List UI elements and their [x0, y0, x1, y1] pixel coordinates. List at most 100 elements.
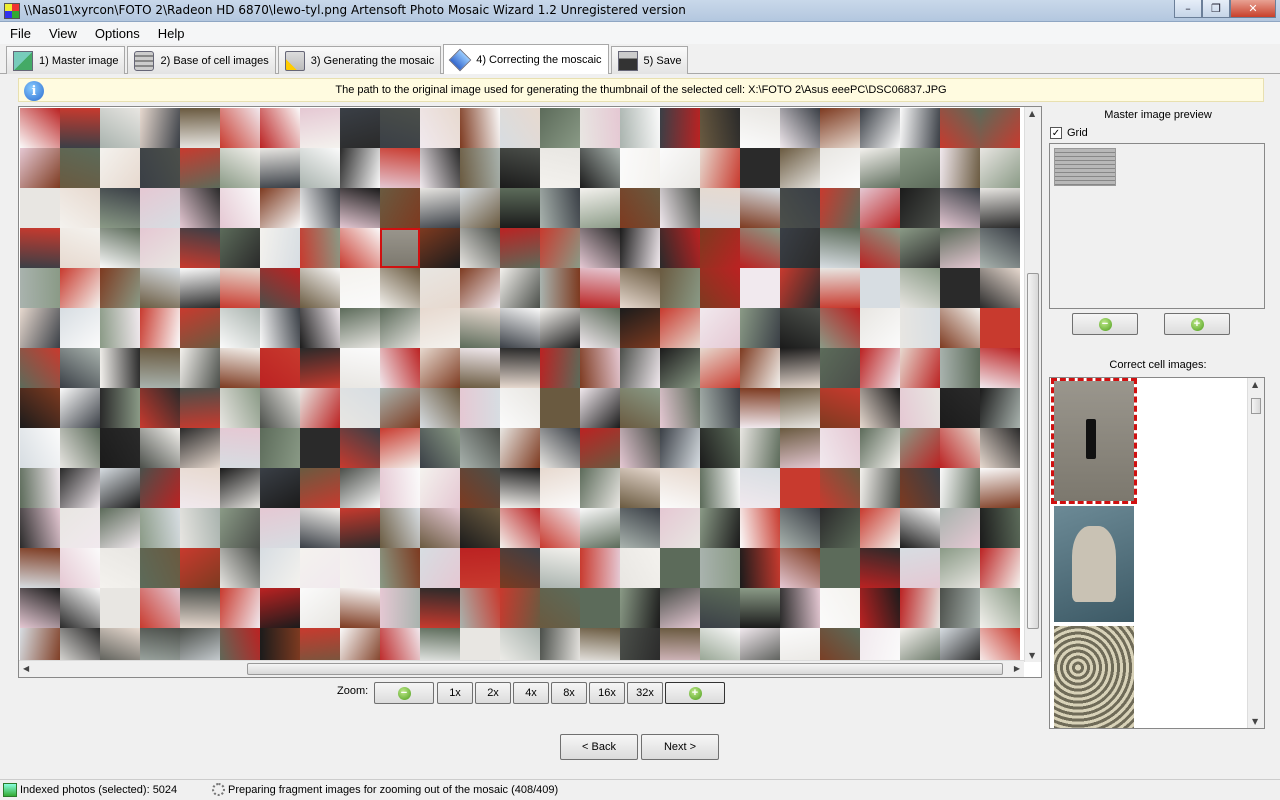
mosaic-cell[interactable] — [460, 348, 500, 388]
mosaic-cell[interactable] — [620, 108, 660, 148]
mosaic-cell[interactable] — [20, 188, 60, 228]
mosaic-cell[interactable] — [420, 148, 460, 188]
mosaic-cell[interactable] — [140, 588, 180, 628]
mosaic-cell[interactable] — [860, 548, 900, 588]
tab-generating-mosaic[interactable]: 3) Generating the mosaic — [277, 46, 442, 74]
mosaic-cell[interactable] — [940, 348, 980, 388]
mosaic-cell[interactable] — [100, 628, 140, 663]
mosaic-cell[interactable] — [140, 188, 180, 228]
scroll-right-icon[interactable]: ▶ — [1014, 664, 1020, 673]
mosaic-cell[interactable] — [580, 628, 620, 663]
mosaic-cell[interactable] — [260, 588, 300, 628]
mosaic-cell[interactable] — [500, 548, 540, 588]
mosaic-cell[interactable] — [180, 308, 220, 348]
mosaic-cell[interactable] — [740, 228, 780, 268]
mosaic-cell[interactable] — [220, 588, 260, 628]
horizontal-scrollbar[interactable]: ◀ ▶ — [19, 660, 1024, 677]
mosaic-cell[interactable] — [940, 428, 980, 468]
mosaic-cell[interactable] — [820, 468, 860, 508]
mosaic-cell[interactable] — [860, 508, 900, 548]
mosaic-cell[interactable] — [20, 468, 60, 508]
mosaic-cell[interactable] — [820, 188, 860, 228]
mosaic-cell[interactable] — [820, 228, 860, 268]
mosaic-cell[interactable] — [460, 588, 500, 628]
mosaic-cell[interactable] — [340, 268, 380, 308]
mosaic-cell[interactable] — [620, 348, 660, 388]
mosaic-cell[interactable] — [500, 268, 540, 308]
mosaic-cell[interactable] — [180, 388, 220, 428]
next-button[interactable]: Next > — [641, 734, 719, 760]
back-button[interactable]: < Back — [560, 734, 638, 760]
tab-correcting-mosaic[interactable]: 4) Correcting the moscaic — [443, 44, 609, 74]
mosaic-cell[interactable] — [60, 388, 100, 428]
scroll-up-icon[interactable]: ▲ — [1029, 109, 1035, 118]
grid-checkbox[interactable]: ✓ Grid — [1050, 127, 1088, 139]
mosaic-cell[interactable] — [500, 388, 540, 428]
mosaic-cell[interactable] — [380, 308, 420, 348]
mosaic-cell[interactable] — [540, 588, 580, 628]
mosaic-cell[interactable] — [300, 508, 340, 548]
mosaic-cell[interactable] — [380, 548, 420, 588]
mosaic-grid[interactable] — [20, 108, 1024, 663]
mosaic-cell[interactable] — [380, 388, 420, 428]
mosaic-cell[interactable] — [60, 268, 100, 308]
mosaic-cell[interactable] — [700, 148, 740, 188]
mosaic-cell[interactable] — [20, 348, 60, 388]
mosaic-cell[interactable] — [940, 628, 980, 663]
mosaic-cell[interactable] — [340, 588, 380, 628]
mosaic-cell[interactable] — [700, 108, 740, 148]
mosaic-cell[interactable] — [100, 108, 140, 148]
mosaic-cell[interactable] — [660, 428, 700, 468]
mosaic-cell[interactable] — [620, 308, 660, 348]
mosaic-cell[interactable] — [300, 228, 340, 268]
mosaic-cell[interactable] — [820, 268, 860, 308]
mosaic-cell[interactable] — [500, 428, 540, 468]
mosaic-cell[interactable] — [220, 348, 260, 388]
mosaic-cell[interactable] — [300, 428, 340, 468]
mosaic-cell[interactable] — [20, 268, 60, 308]
mosaic-cell[interactable] — [220, 508, 260, 548]
mosaic-cell[interactable] — [820, 428, 860, 468]
mosaic-cell[interactable] — [260, 148, 300, 188]
mosaic-cell[interactable] — [20, 508, 60, 548]
mosaic-cell[interactable] — [340, 308, 380, 348]
mosaic-cell[interactable] — [220, 148, 260, 188]
mosaic-cell[interactable] — [980, 468, 1020, 508]
mosaic-cell[interactable] — [220, 548, 260, 588]
mosaic-cell[interactable] — [180, 548, 220, 588]
mosaic-cell[interactable] — [300, 308, 340, 348]
mosaic-cell[interactable] — [500, 468, 540, 508]
mosaic-cell[interactable] — [460, 188, 500, 228]
mosaic-cell[interactable] — [60, 588, 100, 628]
mosaic-cell[interactable] — [100, 588, 140, 628]
mosaic-cell[interactable] — [460, 148, 500, 188]
mosaic-cell[interactable] — [140, 108, 180, 148]
scroll-up-icon[interactable]: ▲ — [1252, 380, 1258, 389]
mosaic-cell[interactable] — [420, 308, 460, 348]
mosaic-cell[interactable] — [180, 508, 220, 548]
mosaic-cell[interactable] — [220, 428, 260, 468]
mosaic-cell[interactable] — [220, 468, 260, 508]
mosaic-cell[interactable] — [860, 628, 900, 663]
mosaic-cell[interactable] — [580, 428, 620, 468]
mosaic-cell[interactable] — [100, 148, 140, 188]
mosaic-cell[interactable] — [900, 148, 940, 188]
mosaic-cell[interactable] — [260, 228, 300, 268]
mosaic-cell[interactable] — [460, 308, 500, 348]
mosaic-cell[interactable] — [300, 388, 340, 428]
mosaic-cell[interactable] — [380, 268, 420, 308]
mosaic-cell[interactable] — [580, 468, 620, 508]
menu-view[interactable]: View — [39, 22, 85, 44]
mosaic-cell[interactable] — [260, 268, 300, 308]
mosaic-cell[interactable] — [140, 628, 180, 663]
mosaic-cell[interactable] — [540, 268, 580, 308]
mosaic-cell[interactable] — [900, 548, 940, 588]
mosaic-cell[interactable] — [20, 148, 60, 188]
mosaic-cell[interactable] — [500, 588, 540, 628]
mosaic-cell[interactable] — [60, 428, 100, 468]
mosaic-cell[interactable] — [700, 548, 740, 588]
tab-save[interactable]: 5) Save — [610, 46, 689, 74]
mosaic-cell[interactable] — [740, 148, 780, 188]
mosaic-cell[interactable] — [20, 548, 60, 588]
mosaic-cell[interactable] — [820, 108, 860, 148]
